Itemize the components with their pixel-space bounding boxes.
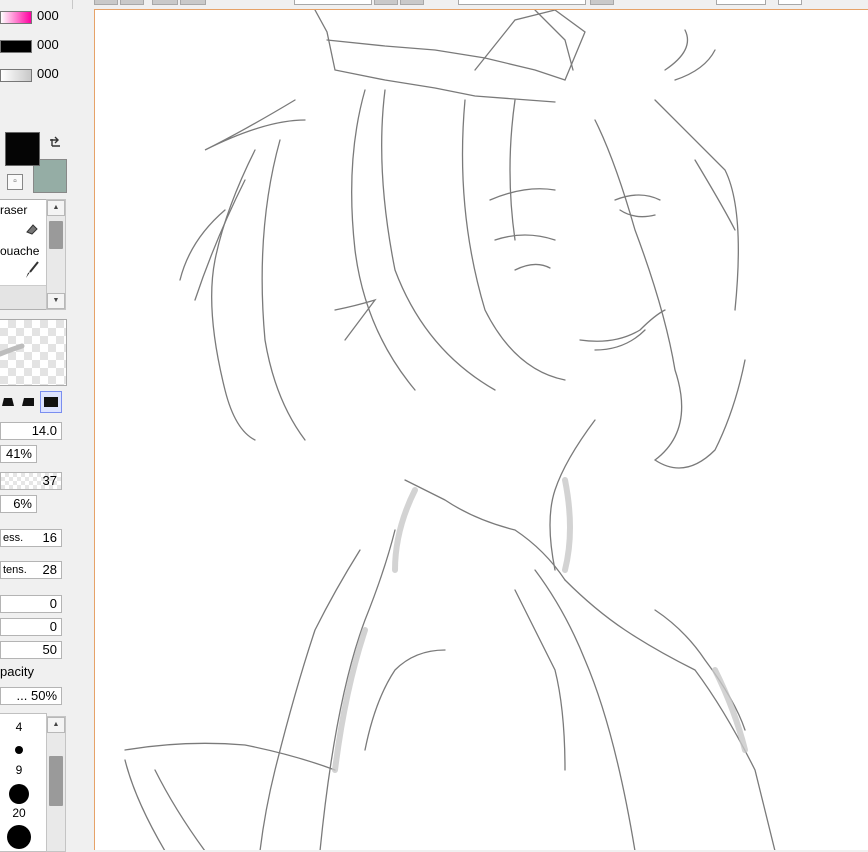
opacity-label: pacity — [0, 664, 34, 679]
scroll-up-icon[interactable]: ▲ — [47, 717, 65, 733]
color-slider-2[interactable]: 000 — [0, 37, 70, 53]
toolbar-field[interactable] — [716, 0, 766, 5]
brush-size-list: 4 9 20 — [0, 713, 47, 852]
toolbar-field[interactable] — [294, 0, 372, 5]
toolbar-field[interactable] — [458, 0, 586, 5]
blending-value[interactable]: 16 — [43, 530, 57, 545]
toolbar-button[interactable] — [400, 0, 424, 5]
scroll-down-icon[interactable]: ▼ — [47, 293, 65, 309]
brush-shape-button[interactable] — [18, 391, 38, 411]
opacity-field[interactable]: ... 50% — [0, 687, 62, 705]
scroll-up-icon[interactable]: ▲ — [47, 200, 65, 216]
brush-size-dot[interactable] — [7, 825, 31, 849]
brush-icon — [24, 261, 40, 279]
min-density-field[interactable]: 6% — [0, 495, 37, 513]
param-field-b[interactable]: 0 — [0, 618, 62, 636]
param-field-a[interactable]: 0 — [0, 595, 62, 613]
blending-field[interactable]: ess. 16 — [0, 529, 62, 547]
tool-item-label: raser — [0, 203, 28, 217]
color-slider-value[interactable]: 000 — [37, 66, 59, 81]
brush-size-scrollbar[interactable]: ▲ — [46, 716, 66, 852]
color-slider-bar[interactable] — [0, 11, 32, 24]
toolbar-button[interactable] — [152, 0, 178, 5]
color-slider-value[interactable]: 000 — [37, 8, 59, 23]
toolbar-button[interactable] — [590, 0, 614, 5]
dilution-field[interactable]: tens. 28 — [0, 561, 62, 579]
canvas-gutter — [72, 9, 94, 850]
top-toolbar — [72, 0, 868, 9]
tool-item-label: ouache — [0, 244, 40, 258]
brush-preview — [0, 319, 67, 386]
dilution-value[interactable]: 28 — [43, 562, 57, 577]
toolbar-button[interactable] — [120, 0, 144, 5]
tool-list-scrollbar[interactable]: ▲ ▼ — [46, 199, 66, 310]
eraser-icon — [24, 221, 40, 237]
tool-item-selected[interactable] — [0, 285, 46, 309]
color-slider-3[interactable]: 000 — [0, 66, 70, 82]
blending-label: ess. — [3, 532, 24, 544]
tool-item-gouache[interactable]: ouache — [0, 244, 46, 278]
toolbar-button[interactable] — [374, 0, 398, 5]
swap-colors-icon[interactable] — [47, 135, 63, 151]
tool-panel: 000 000 000 ▫ raser ouache ▲ ▼ 14.0 41% … — [0, 0, 73, 852]
color-slider-value[interactable]: 000 — [37, 37, 59, 52]
tool-list: raser ouache — [0, 199, 47, 310]
drawing-canvas[interactable] — [94, 9, 868, 850]
toolbar-button[interactable] — [778, 0, 802, 5]
brush-size-label[interactable]: 9 — [0, 763, 42, 777]
dilution-label: tens. — [3, 564, 27, 576]
sketch-artwork — [124, 10, 776, 850]
brush-shape-button-selected[interactable] — [40, 391, 62, 413]
brush-size-dot[interactable] — [9, 784, 29, 804]
foreground-color-swatch[interactable] — [5, 132, 40, 166]
density-field[interactable]: 37 — [0, 472, 62, 490]
scrollbar-thumb[interactable] — [49, 756, 63, 806]
brush-size-label[interactable]: 20 — [0, 806, 42, 820]
tool-item-eraser[interactable]: raser — [0, 203, 46, 235]
param-field-c[interactable]: 50 — [0, 641, 62, 659]
transparent-color-icon[interactable]: ▫ — [7, 174, 23, 190]
color-slider-bar[interactable] — [0, 40, 32, 53]
toolbar-button[interactable] — [94, 0, 118, 5]
color-slider-1[interactable]: 000 — [0, 8, 70, 24]
toolbar-button[interactable] — [180, 0, 206, 5]
brush-shape-button[interactable] — [0, 391, 20, 411]
color-slider-bar[interactable] — [0, 69, 32, 82]
brush-size-dot[interactable] — [15, 746, 23, 754]
brush-size-field[interactable]: 14.0 — [0, 422, 62, 440]
min-size-field[interactable]: 41% — [0, 445, 37, 463]
brush-size-label[interactable]: 4 — [0, 720, 42, 734]
scrollbar-thumb[interactable] — [49, 221, 63, 249]
